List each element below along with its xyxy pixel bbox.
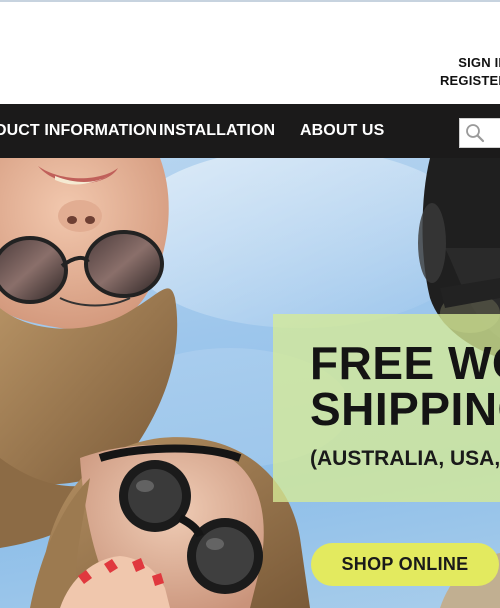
nav-item-about-us[interactable]: ABOUT US bbox=[300, 104, 384, 158]
nav-item-installation[interactable]: INSTALLATION bbox=[159, 104, 275, 158]
page: SIGN IN REGISTER PRODUCT INFORMATION INS… bbox=[0, 0, 500, 608]
register-link[interactable]: REGISTER bbox=[440, 72, 500, 90]
main-navigation: PRODUCT INFORMATION INSTALLATION ABOUT U… bbox=[0, 104, 500, 158]
shop-online-button[interactable]: SHOP ONLINE bbox=[311, 543, 499, 586]
promo-subline: (AUSTRALIA, USA, UK) bbox=[310, 447, 500, 470]
nav-item-product-information[interactable]: PRODUCT INFORMATION bbox=[0, 104, 157, 158]
promo-headline: FREE WORLDWIDE SHIPPING bbox=[310, 340, 500, 432]
search-icon[interactable] bbox=[465, 123, 485, 143]
top-header: SIGN IN REGISTER bbox=[0, 0, 500, 104]
search-input[interactable] bbox=[459, 118, 500, 148]
promo-headline-line2: SHIPPING bbox=[310, 383, 500, 435]
sign-in-link[interactable]: SIGN IN bbox=[440, 54, 500, 72]
account-links: SIGN IN REGISTER bbox=[440, 54, 500, 90]
promo-headline-line1: FREE WORLDWIDE bbox=[310, 337, 500, 389]
